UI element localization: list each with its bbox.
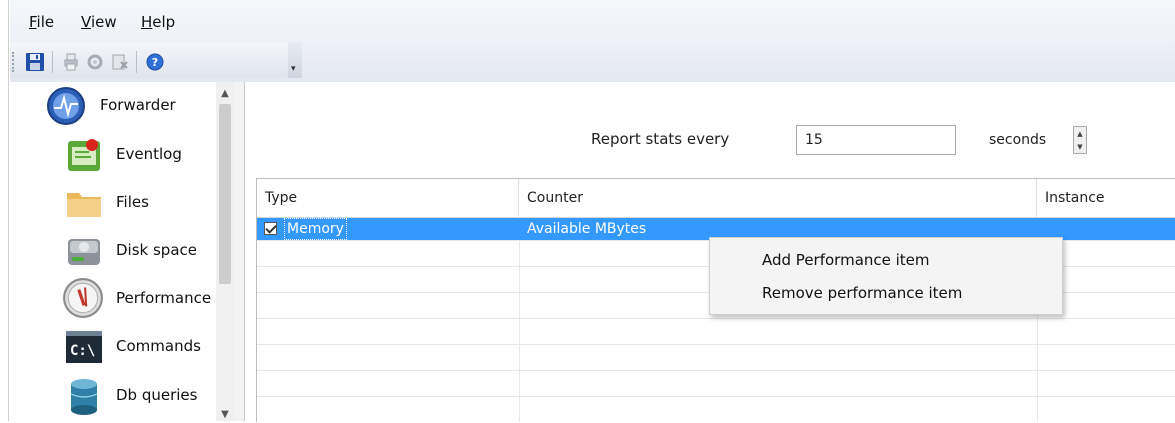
report-interval-spinner[interactable]: ▲ ▼ xyxy=(1073,126,1087,154)
report-interval-unit: seconds xyxy=(989,132,1047,148)
spin-down-icon[interactable]: ▼ xyxy=(1074,140,1086,153)
save-icon[interactable] xyxy=(24,51,46,73)
sidebar-item-label: Forwarder xyxy=(100,96,176,114)
sidebar-item-eventlog[interactable]: Eventlog xyxy=(10,133,215,177)
sidebar-item-label: Commands xyxy=(116,337,201,355)
toolbar: ? ▾ xyxy=(10,40,1175,82)
column-header-instance[interactable]: Instance xyxy=(1037,179,1175,217)
menu-file[interactable]: File xyxy=(29,13,54,31)
scrollbar-thumb[interactable] xyxy=(219,104,231,284)
add-performance-item-menu-item[interactable]: Add Performance item xyxy=(762,251,930,269)
performance-icon xyxy=(63,278,103,318)
report-interval-input[interactable] xyxy=(796,125,956,155)
database-icon xyxy=(70,379,98,415)
delete-icon[interactable] xyxy=(108,51,130,73)
menu-view[interactable]: View xyxy=(81,13,117,31)
sidebar: Forwarder Eventlog Files Disk space Perf… xyxy=(10,82,235,421)
refresh-icon[interactable] xyxy=(84,51,106,73)
sidebar-item-label: Performance xyxy=(116,289,212,307)
help-icon[interactable]: ? xyxy=(144,51,166,73)
table-header: Type Counter Instance xyxy=(257,179,1175,218)
panel-splitter[interactable] xyxy=(234,82,245,421)
context-menu: Add Performance item Remove performance … xyxy=(709,237,1063,315)
column-header-type[interactable]: Type xyxy=(257,179,519,217)
column-line xyxy=(519,217,520,422)
folder-icon xyxy=(67,193,101,217)
toolbar-strip: ? xyxy=(10,42,288,78)
toolbar-grip[interactable] xyxy=(12,52,16,72)
disk-icon xyxy=(68,239,100,265)
sidebar-item-disk-space[interactable]: Disk space xyxy=(10,229,215,273)
remove-performance-item-menu-item[interactable]: Remove performance item xyxy=(762,284,962,302)
menu-bar: File View Help xyxy=(10,0,1175,40)
spin-up-icon[interactable]: ▲ xyxy=(1074,127,1086,140)
toolbar-overflow-button[interactable]: ▾ xyxy=(288,42,302,78)
command-prompt-icon: C:\ xyxy=(66,331,102,363)
chevron-down-icon: ▾ xyxy=(291,64,296,74)
sidebar-scrollbar[interactable]: ▲ ▼ xyxy=(216,82,234,421)
svg-text:C:\: C:\ xyxy=(70,343,95,359)
sidebar-item-label: Disk space xyxy=(116,241,197,259)
sidebar-item-label: Files xyxy=(116,193,149,211)
toolbar-separator xyxy=(52,51,53,73)
column-header-counter[interactable]: Counter xyxy=(519,179,1037,217)
eventlog-icon xyxy=(68,139,100,171)
window-frame xyxy=(8,0,9,421)
sidebar-item-label: Db queries xyxy=(116,386,198,404)
cell-type[interactable]: Memory xyxy=(284,218,347,240)
sidebar-item-files[interactable]: Files xyxy=(10,181,215,225)
menu-help[interactable]: Help xyxy=(141,13,175,31)
sidebar-item-performance[interactable]: Performance xyxy=(10,277,215,321)
sidebar-item-db-queries[interactable]: Db queries xyxy=(10,374,215,418)
report-interval-label: Report stats every xyxy=(591,130,730,148)
scroll-up-icon[interactable]: ▲ xyxy=(216,84,234,102)
sidebar-item-label: Eventlog xyxy=(116,145,182,163)
svg-text:?: ? xyxy=(152,56,158,69)
cell-counter[interactable]: Available MBytes xyxy=(527,218,646,240)
forwarder-icon xyxy=(47,87,85,125)
toolbar-separator xyxy=(136,51,137,73)
sidebar-item-commands[interactable]: C:\ Commands xyxy=(10,325,215,369)
sidebar-item-forwarder[interactable]: Forwarder xyxy=(10,84,215,128)
scroll-down-icon[interactable]: ▼ xyxy=(216,405,234,423)
print-icon[interactable] xyxy=(60,51,82,73)
row-enabled-checkbox[interactable] xyxy=(264,222,277,235)
